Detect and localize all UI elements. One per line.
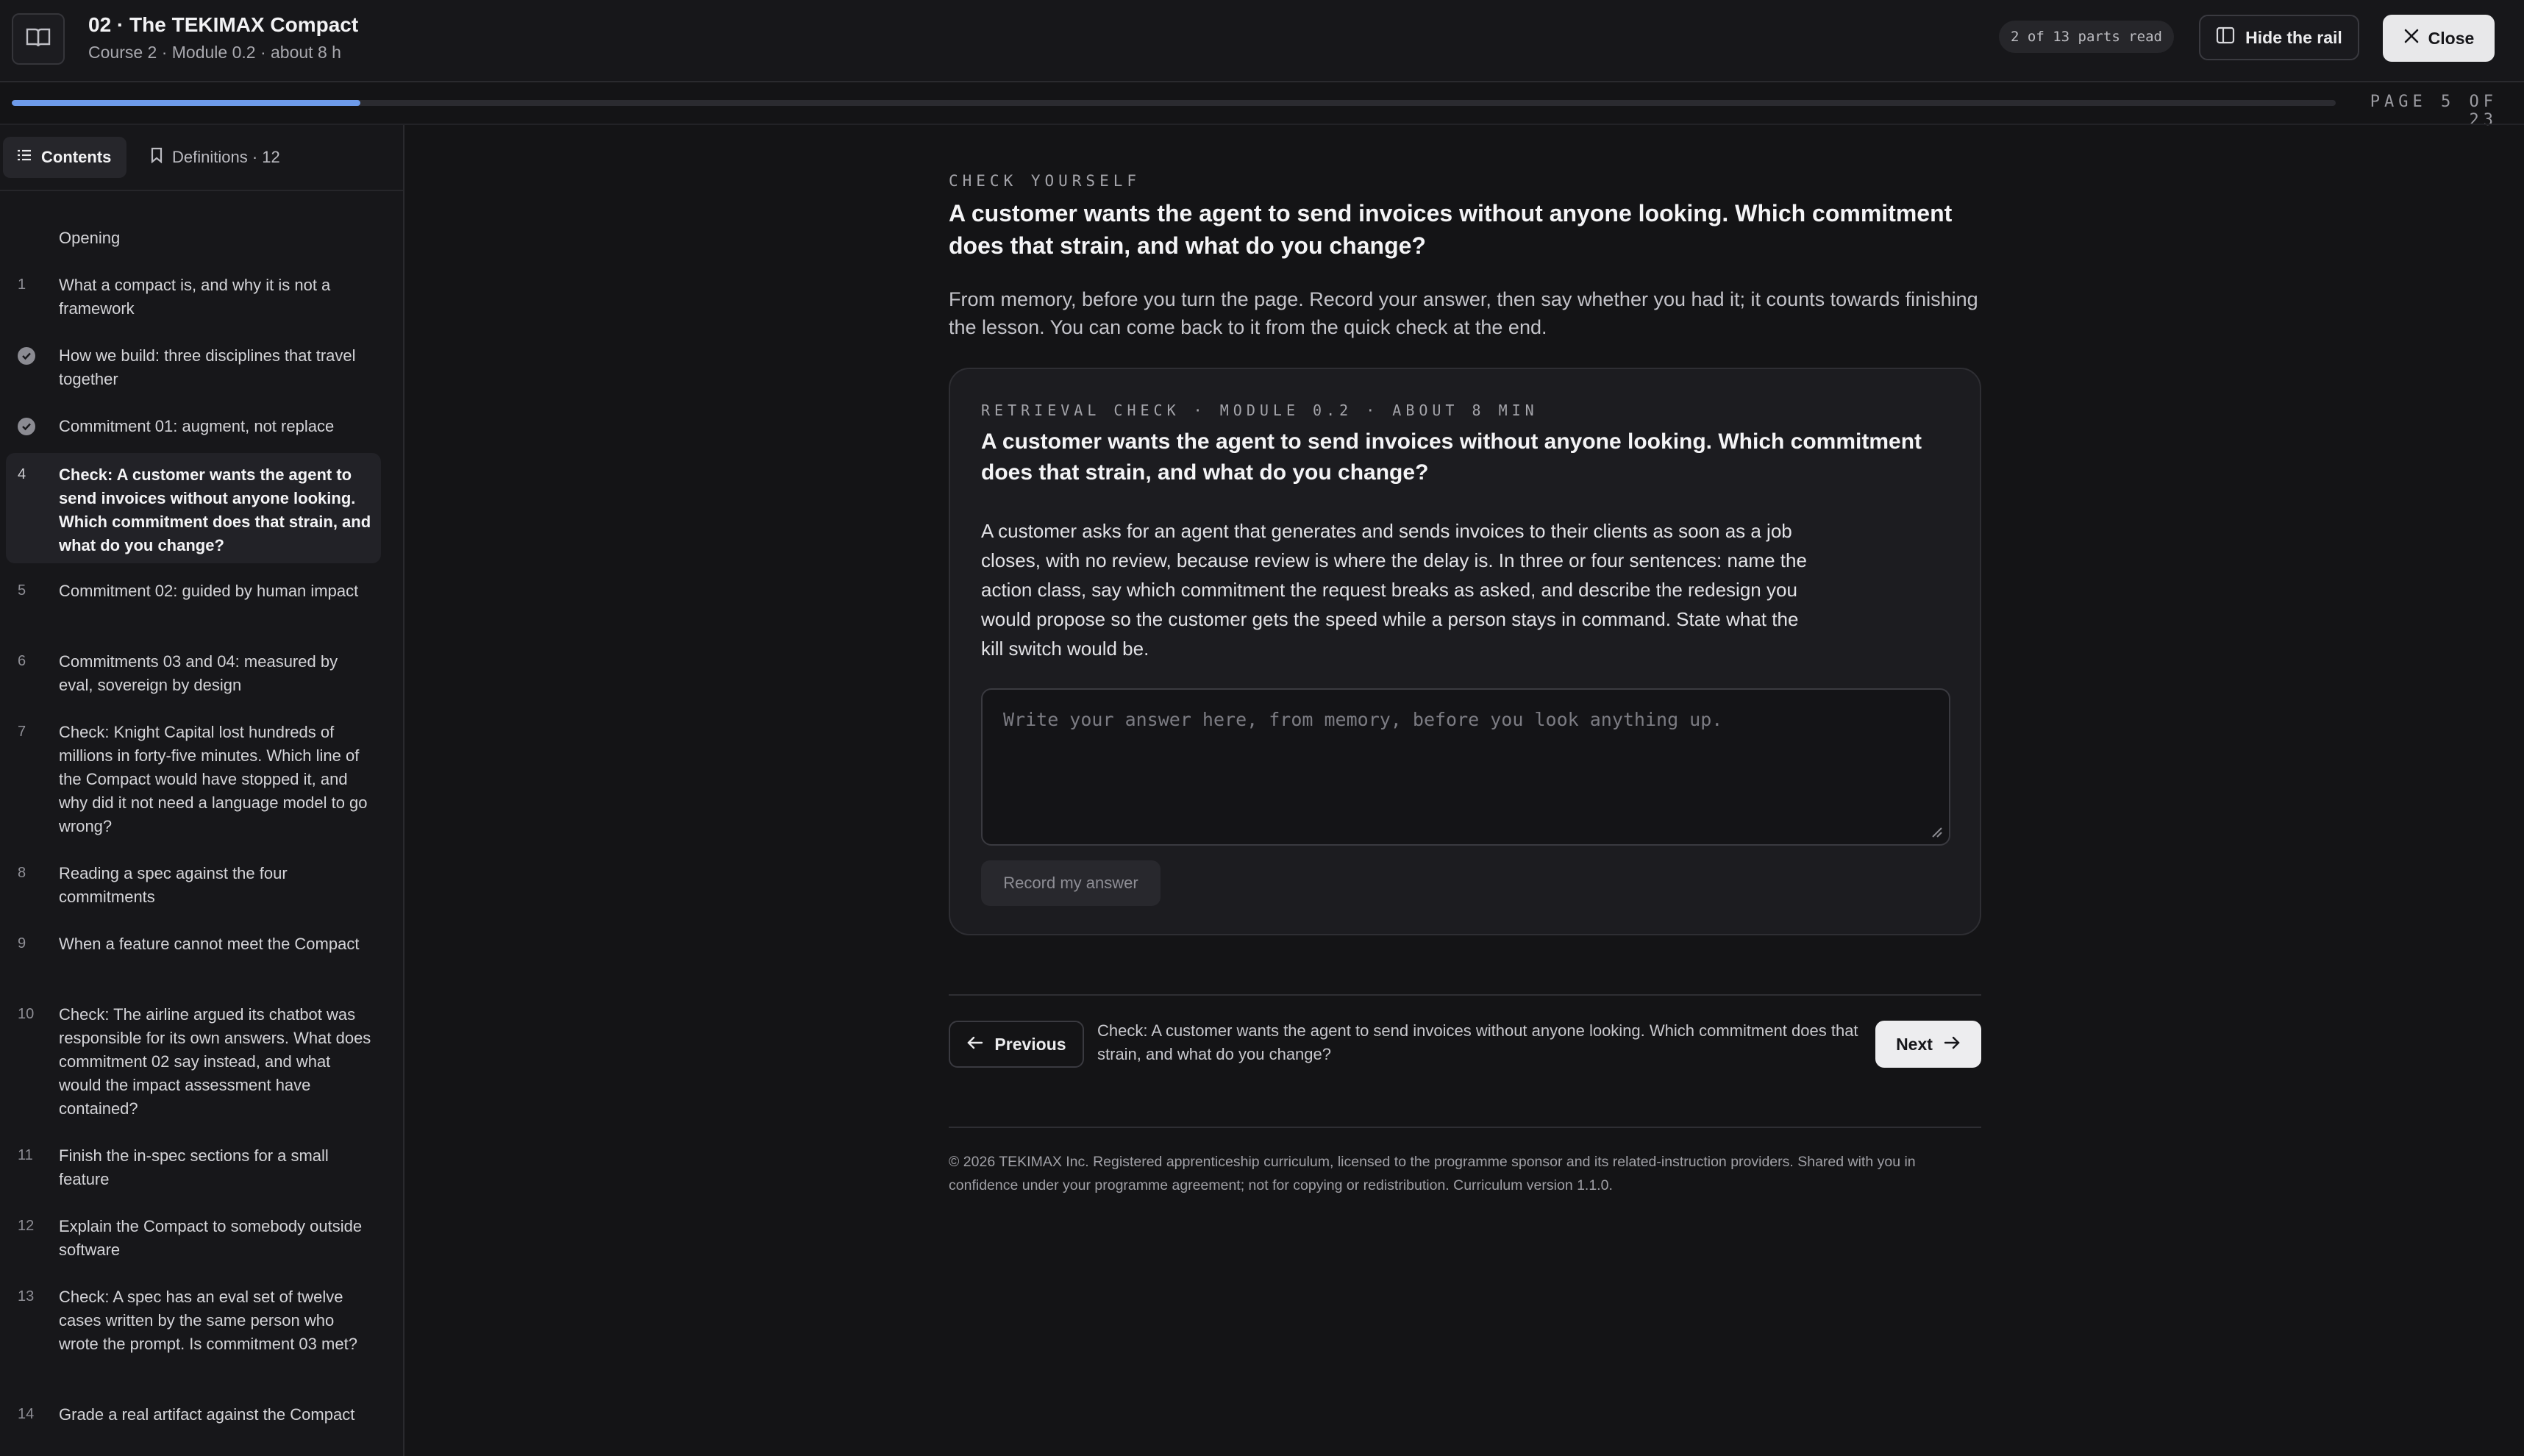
hide-rail-label: Hide the rail — [2245, 27, 2342, 47]
check-question-heading: A customer wants the agent to send invoi… — [949, 200, 1953, 259]
contents-rail: Contents Definitions · 12 Opening 1 What… — [0, 125, 404, 1456]
card-prompt: A customer asks for an agent that genera… — [981, 520, 1807, 660]
tab-contents[interactable]: Contents — [3, 137, 126, 178]
course-title: 02 · The TEKIMAX Compact — [88, 13, 359, 36]
toc-item-label: When a feature cannot meet the Compact — [59, 935, 360, 953]
card-eyebrow: RETRIEVAL CHECK · MODULE 0.2 · ABOUT 8 M… — [981, 402, 1539, 419]
check-circle-icon — [18, 418, 35, 435]
toc-item-label: What a compact is, and why it is not a f… — [59, 276, 331, 318]
toc-item-label: Explain the Compact to somebody outside … — [59, 1217, 363, 1259]
list-icon — [16, 148, 32, 167]
retrieval-check-card: RETRIEVAL CHECK · MODULE 0.2 · ABOUT 8 M… — [949, 368, 1981, 935]
reading-progress-fill — [12, 100, 360, 106]
toc-item-number: 9 — [18, 935, 26, 952]
toc-item-label: Grade a real artifact against the Compac… — [59, 1405, 355, 1424]
toc-item-number: 6 — [18, 653, 26, 669]
toc-item-2[interactable]: How we build: three disciplines that tra… — [6, 344, 381, 393]
record-answer-button[interactable]: Record my answer — [981, 860, 1161, 906]
sidebar-panel-icon — [2216, 26, 2235, 49]
toc-item-number: 10 — [18, 1006, 35, 1022]
toc-item-label: Finish the in-spec sections for a small … — [59, 1146, 329, 1188]
section-eyebrow: CHECK YOURSELF — [949, 172, 1141, 190]
toc-item-opening[interactable]: Opening — [6, 226, 381, 256]
toc-item-4-current[interactable]: 4 Check: A customer wants the agent to s… — [6, 453, 381, 563]
bookmark-icon — [150, 147, 163, 168]
answer-textarea[interactable] — [981, 688, 1950, 846]
toc-item-7[interactable]: 7 Check: Knight Capital lost hundreds of… — [6, 721, 381, 840]
toc-item-label: Reading a spec against the four commitme… — [59, 864, 288, 906]
parts-read-badge: 2 of 13 parts read — [1999, 21, 2174, 53]
toc-item-label: Commitments 03 and 04: measured by eval,… — [59, 652, 338, 694]
next-page-caption: Check: A customer wants the agent to sen… — [1097, 1021, 1858, 1063]
divider — [949, 1127, 1981, 1128]
toc-item-8[interactable]: 8 Reading a spec against the four commit… — [6, 862, 381, 910]
toc-item-number: 14 — [18, 1406, 35, 1422]
course-subtitle: Course 2 · Module 0.2 · about 8 h — [88, 43, 341, 62]
top-bar: 02 · The TEKIMAX Compact Course 2 · Modu… — [0, 0, 2524, 82]
toc-item-label: Opening — [59, 229, 121, 247]
hide-rail-button[interactable]: Hide the rail — [2199, 15, 2359, 60]
toc-item-number: 4 — [18, 466, 26, 482]
close-icon — [2403, 28, 2420, 49]
toc-item-10[interactable]: 10 Check: The airline argued its chatbot… — [6, 1003, 381, 1122]
book-open-icon — [26, 26, 51, 52]
tab-contents-label: Contents — [41, 148, 112, 166]
arrow-right-icon — [1943, 1035, 1961, 1054]
tab-definitions[interactable]: Definitions · 12 — [137, 137, 299, 178]
toc-item-11[interactable]: 11 Finish the in-spec sections for a sma… — [6, 1144, 381, 1193]
divider — [949, 994, 1981, 996]
arrow-left-icon — [966, 1035, 984, 1054]
toc-item-14[interactable]: 14 Grade a real artifact against the Com… — [6, 1403, 381, 1432]
rail-tabs: Contents Definitions · 12 — [0, 125, 403, 191]
toc-item-number: 8 — [18, 865, 26, 881]
toc-item-number: 11 — [18, 1147, 33, 1163]
course-menu-button[interactable] — [12, 13, 65, 65]
toc-item-label: Check: A customer wants the agent to sen… — [59, 465, 371, 554]
toc-item-12[interactable]: 12 Explain the Compact to somebody outsi… — [6, 1215, 381, 1263]
toc-item-6[interactable]: 6 Commitments 03 and 04: measured by eva… — [6, 650, 381, 699]
toc-item-label: Commitment 02: guided by human impact — [59, 582, 359, 600]
toc-item-label: Check: The airline argued its chatbot wa… — [59, 1005, 371, 1118]
toc-item-number: 12 — [18, 1218, 35, 1234]
card-question: A customer wants the agent to send invoi… — [981, 429, 1922, 485]
reading-progress-bar — [12, 100, 2336, 106]
toc-item-1[interactable]: 1 What a compact is, and why it is not a… — [6, 274, 381, 322]
toc-item-label: Check: A spec has an eval set of twelve … — [59, 1288, 357, 1353]
toc-item-label: Check: Knight Capital lost hundreds of m… — [59, 723, 368, 835]
close-label: Close — [2428, 28, 2475, 48]
next-label: Next — [1896, 1034, 1933, 1054]
resize-grip-icon[interactable] — [1930, 825, 1943, 842]
check-circle-icon — [18, 347, 35, 365]
check-instructions: From memory, before you turn the page. R… — [949, 288, 1978, 338]
toc-item-5[interactable]: 5 Commitment 02: guided by human impact — [6, 579, 381, 628]
toc-item-number: 13 — [18, 1288, 35, 1305]
toc-item-label: Commitment 01: augment, not replace — [59, 417, 335, 435]
toc-item-number: 7 — [18, 724, 26, 740]
copyright-footer: © 2026 TEKIMAX Inc. Registered apprentic… — [949, 1154, 1916, 1193]
tab-definitions-label: Definitions · 12 — [172, 148, 280, 166]
previous-button[interactable]: Previous — [949, 1021, 1084, 1068]
toc-item-number: 5 — [18, 582, 26, 599]
next-button[interactable]: Next — [1875, 1021, 1981, 1068]
toc-item-3[interactable]: Commitment 01: augment, not replace — [6, 415, 381, 444]
toc-item-number: 1 — [18, 276, 26, 293]
toc-item-13[interactable]: 13 Check: A spec has an eval set of twel… — [6, 1285, 381, 1381]
toc-item-label: How we build: three disciplines that tra… — [59, 346, 356, 388]
close-button[interactable]: Close — [2383, 15, 2495, 62]
toc-item-9[interactable]: 9 When a feature cannot meet the Compact — [6, 932, 381, 981]
previous-label: Previous — [994, 1034, 1066, 1054]
